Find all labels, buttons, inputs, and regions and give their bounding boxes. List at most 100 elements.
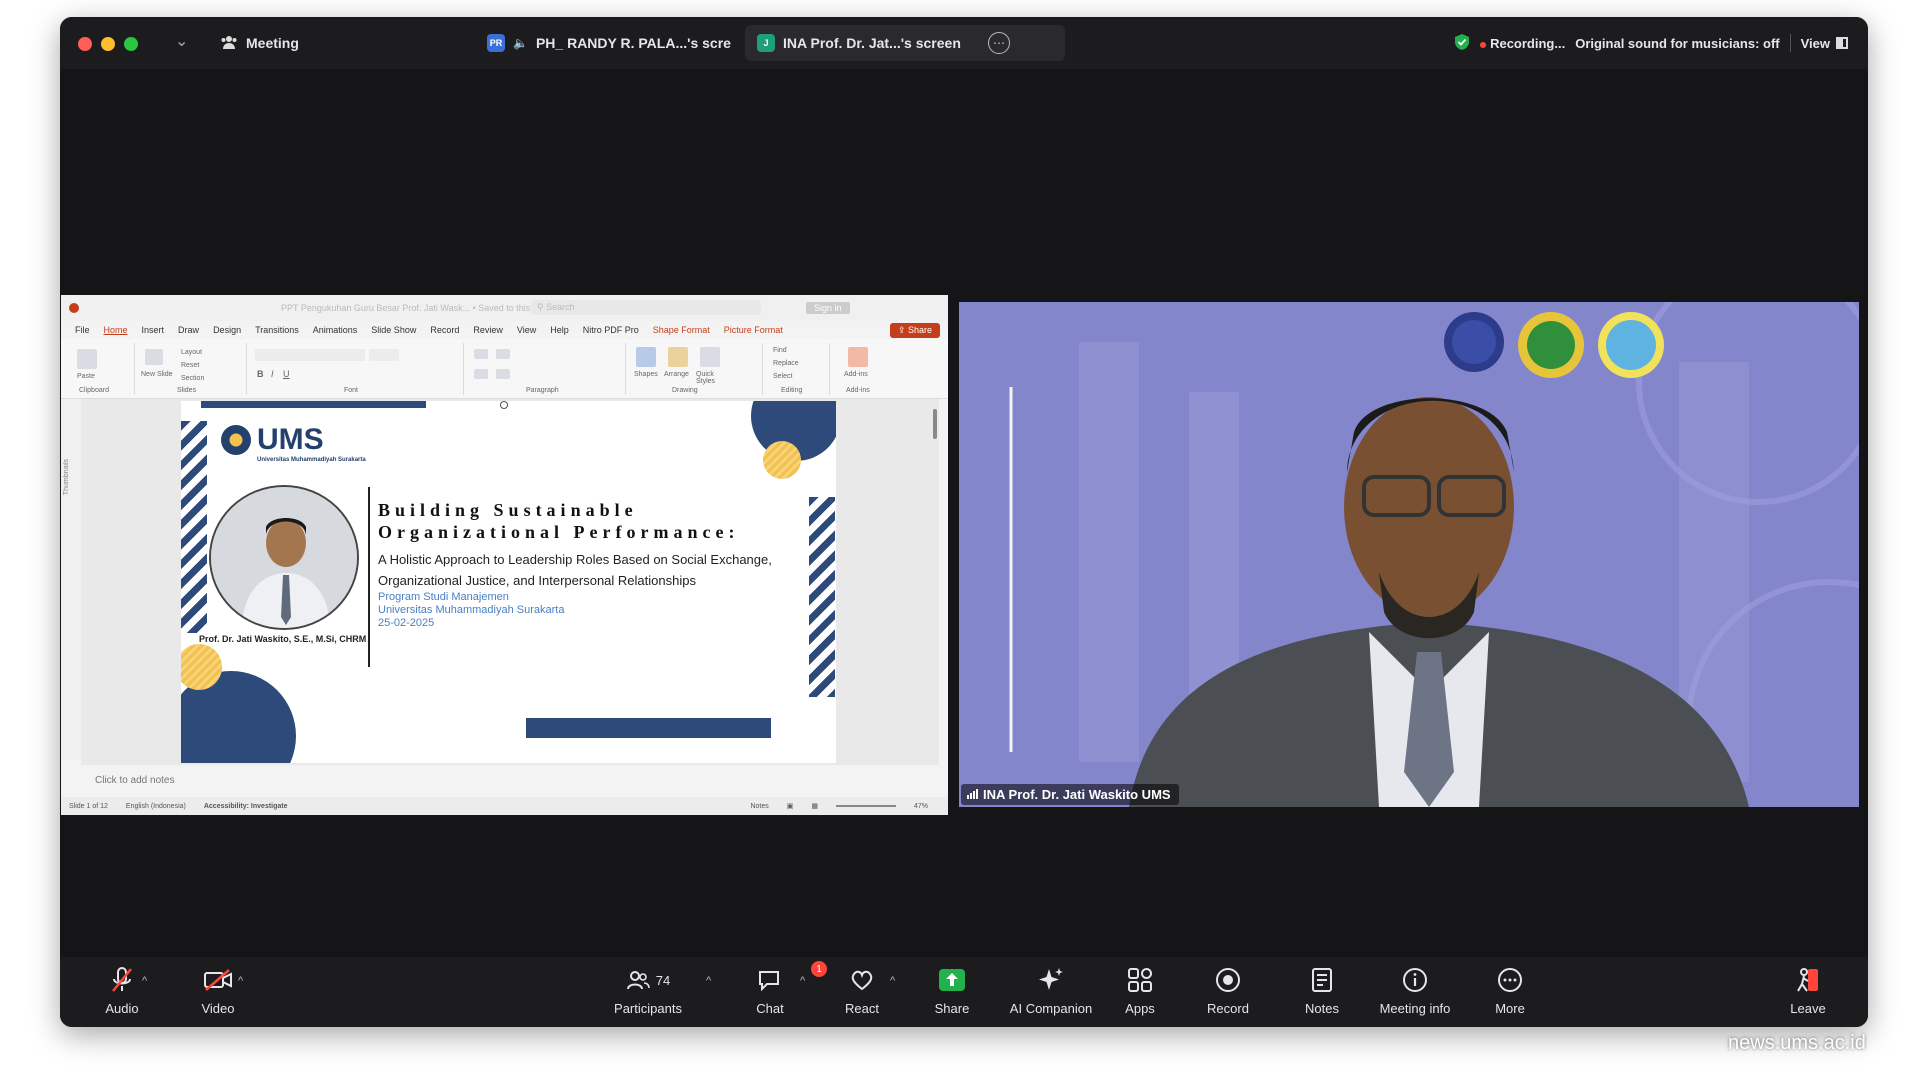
recording-indicator[interactable]: Recording...: [1480, 36, 1565, 51]
addins-icon[interactable]: [848, 347, 868, 367]
reset-button[interactable]: Reset: [181, 362, 199, 369]
menu-slide-show[interactable]: Slide Show: [371, 325, 416, 335]
shapes-icon[interactable]: [636, 347, 656, 367]
replace-button[interactable]: Replace: [773, 360, 799, 367]
select-button[interactable]: Select: [773, 373, 792, 380]
thumbnails-pane[interactable]: Thumbnails: [61, 399, 81, 759]
view-layout-icon: [1836, 37, 1848, 49]
more-button[interactable]: More: [1462, 965, 1558, 1021]
speaker-icon: 🔈: [513, 36, 528, 50]
menu-view[interactable]: View: [517, 325, 536, 335]
audio-options-chevron-icon[interactable]: ^: [142, 975, 147, 987]
notes-pane[interactable]: Click to add notes: [61, 765, 948, 797]
ai-companion-button[interactable]: AI Companion: [996, 965, 1106, 1021]
react-button[interactable]: React: [814, 965, 910, 1021]
chevron-down-icon[interactable]: ⌄: [175, 31, 188, 51]
view-button[interactable]: View: [1801, 36, 1848, 51]
vertical-scrollbar[interactable]: [933, 409, 937, 439]
menu-help[interactable]: Help: [550, 325, 569, 335]
meeting-tab[interactable]: Meeting: [220, 29, 299, 57]
participants-icon-wrap: 74: [626, 965, 670, 995]
menu-record[interactable]: Record: [430, 325, 459, 335]
shared-screen-powerpoint[interactable]: PPT Pengukuhan Guru Besar Prof. Jati Was…: [61, 295, 948, 815]
participant-video[interactable]: INA Prof. Dr. Jati Waskito UMS: [959, 302, 1859, 807]
italic-icon[interactable]: I: [271, 369, 274, 379]
more-tabs-icon[interactable]: ⋯: [988, 32, 1010, 54]
accessibility-status[interactable]: Accessibility: Investigate: [204, 803, 288, 810]
paste-icon[interactable]: [77, 349, 97, 369]
font-size-dropdown[interactable]: [369, 349, 399, 361]
meeting-info-button[interactable]: Meeting info: [1360, 965, 1470, 1021]
speaker-name-caption[interactable]: Prof. Dr. Jati Waskito, S.E., M.Si, CHRM: [199, 634, 366, 644]
underline-icon[interactable]: U: [283, 369, 290, 379]
menu-design[interactable]: Design: [213, 325, 241, 335]
participants-options-chevron-icon[interactable]: ^: [706, 975, 711, 987]
slide-title[interactable]: Building Sustainable Organizational Perf…: [378, 499, 798, 543]
slide-canvas[interactable]: UMS Universitas Muhammadiyah Surakarta B…: [181, 401, 836, 763]
menu-shape-format[interactable]: Shape Format: [653, 325, 710, 335]
left-stripes-shape: [181, 421, 207, 633]
menu-home[interactable]: Home: [104, 325, 128, 335]
font-group-label: Font: [344, 387, 359, 394]
ribbon-group-drawing: Shapes Arrange Quick Styles Drawing: [628, 343, 763, 395]
ppt-share-button[interactable]: ⇪ Share: [889, 323, 940, 338]
slide-subtitle[interactable]: A Holistic Approach to Leadership Roles …: [378, 549, 808, 591]
layout-button[interactable]: Layout: [181, 349, 202, 356]
arrange-icon[interactable]: [668, 347, 688, 367]
notes-toggle[interactable]: Notes: [750, 803, 768, 810]
normal-view-icon[interactable]: ▣: [787, 802, 794, 810]
ppt-signin-button[interactable]: Sign in: [806, 302, 850, 314]
leave-icon: [1794, 965, 1822, 995]
dept-line2: Universitas Muhammadiyah Surakarta: [378, 604, 565, 616]
more-label: More: [1495, 1001, 1525, 1016]
apps-button[interactable]: Apps: [1092, 965, 1188, 1021]
video-options-chevron-icon[interactable]: ^: [238, 975, 243, 987]
new-slide-icon[interactable]: [145, 349, 163, 365]
section-button[interactable]: Section: [181, 375, 204, 382]
video-button[interactable]: Video: [170, 965, 266, 1021]
leave-button[interactable]: Leave: [1760, 965, 1856, 1021]
chat-button[interactable]: 1 Chat: [722, 961, 827, 1021]
chat-options-chevron-icon[interactable]: ^: [800, 975, 805, 987]
notes-button[interactable]: Notes: [1274, 965, 1370, 1021]
slide-sorter-icon[interactable]: ▦: [811, 802, 818, 810]
quick-styles-icon[interactable]: [700, 347, 720, 367]
language-status[interactable]: English (Indonesia): [126, 803, 186, 810]
slide-editor-area[interactable]: UMS Universitas Muhammadiyah Surakarta B…: [81, 399, 939, 765]
ums-logo: UMS: [221, 423, 324, 457]
maximize-window-button[interactable]: [124, 37, 138, 51]
menu-picture-format[interactable]: Picture Format: [724, 325, 783, 335]
ppt-search-box[interactable]: ⚲ Search: [531, 300, 761, 315]
zoom-level[interactable]: 47%: [914, 803, 928, 810]
bullets-icon[interactable]: [474, 349, 488, 359]
menu-file[interactable]: File: [75, 325, 90, 335]
original-sound-status[interactable]: Original sound for musicians: off: [1575, 36, 1779, 51]
participant-name-text: INA Prof. Dr. Jati Waskito UMS: [983, 787, 1171, 802]
react-options-chevron-icon[interactable]: ^: [890, 975, 895, 987]
record-button[interactable]: Record: [1180, 965, 1276, 1021]
speaker-photo[interactable]: [209, 485, 359, 630]
selection-handle-icon[interactable]: [500, 401, 508, 409]
numbering-icon[interactable]: [496, 349, 510, 359]
menu-draw[interactable]: Draw: [178, 325, 199, 335]
align-center-icon[interactable]: [496, 369, 510, 379]
bold-icon[interactable]: B: [257, 369, 264, 379]
participants-button[interactable]: 74 Participants: [600, 965, 696, 1021]
close-window-button[interactable]: [78, 37, 92, 51]
menu-animations[interactable]: Animations: [313, 325, 358, 335]
security-shield-icon[interactable]: [1454, 33, 1470, 54]
tab-shared-screen-jati[interactable]: J INA Prof. Dr. Jat...'s screen: [745, 25, 1065, 61]
slide-department-info[interactable]: Program Studi Manajemen Universitas Muha…: [378, 591, 564, 630]
share-button[interactable]: Share: [904, 965, 1000, 1021]
menu-nitro-pdf[interactable]: Nitro PDF Pro: [583, 325, 639, 335]
menu-insert[interactable]: Insert: [142, 325, 165, 335]
menu-review[interactable]: Review: [473, 325, 503, 335]
font-name-dropdown[interactable]: [255, 349, 365, 361]
video-label: Video: [201, 1001, 235, 1016]
find-button[interactable]: Find: [773, 347, 787, 354]
zoom-slider[interactable]: [835, 805, 896, 807]
audio-button[interactable]: Audio: [74, 965, 170, 1021]
align-left-icon[interactable]: [474, 369, 488, 379]
menu-transitions[interactable]: Transitions: [255, 325, 299, 335]
minimize-window-button[interactable]: [101, 37, 115, 51]
